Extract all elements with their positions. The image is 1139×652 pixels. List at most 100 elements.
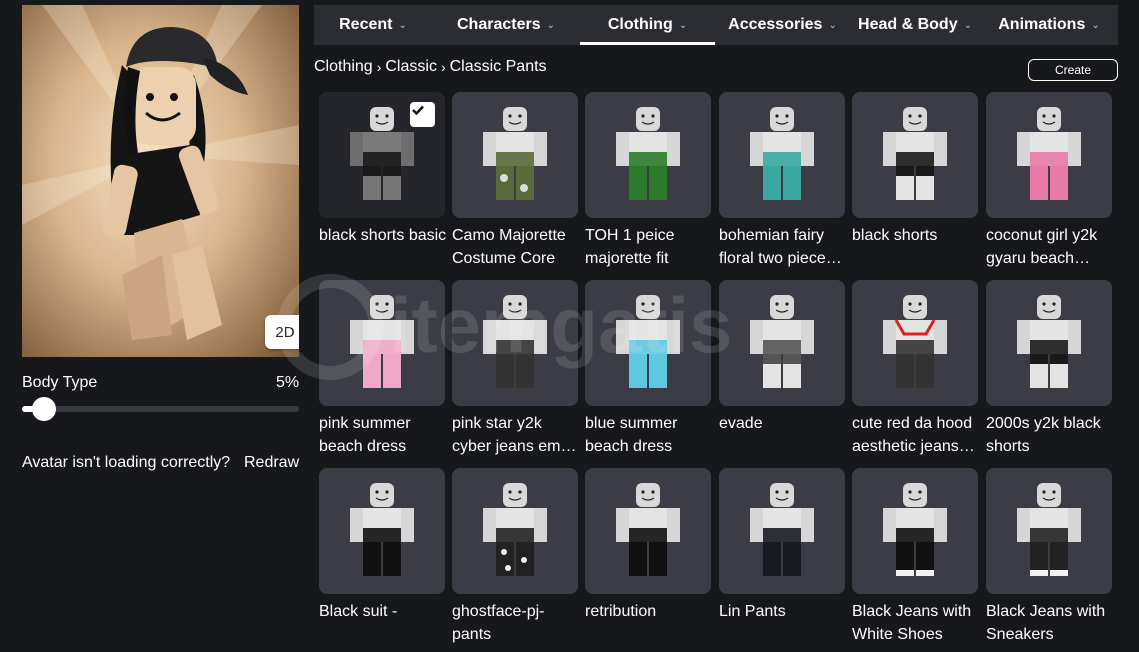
item-thumbnail[interactable] <box>452 280 578 406</box>
item-name[interactable]: black shorts basic <box>319 224 449 270</box>
tab-label: Clothing <box>607 16 673 33</box>
item-name[interactable]: Black suit - <box>319 600 449 646</box>
item-thumbnail[interactable] <box>986 468 1112 594</box>
item-name[interactable]: Camo Majorette Costume Core <box>452 224 582 270</box>
item-name[interactable]: Black Jeans with Sneakers <box>986 600 1116 646</box>
item-card[interactable]: Black suit - <box>319 468 445 646</box>
item-card[interactable]: black shorts <box>852 92 978 270</box>
tab-label: Animations <box>998 16 1086 33</box>
tab-animations[interactable]: Animations ⌄ <box>980 5 1118 45</box>
item-avatar-render <box>883 107 947 200</box>
item-name[interactable]: 2000s y2k black shorts <box>986 412 1116 458</box>
chevron-down-icon: ⌄ <box>398 19 407 31</box>
create-button[interactable]: Create <box>1028 59 1118 81</box>
item-name[interactable]: blue summer beach dress <box>585 412 715 458</box>
chevron-right-icon: › <box>376 59 382 75</box>
avatar-loading-message: Avatar isn't loading correctly? <box>22 454 231 471</box>
item-card[interactable]: pink summer beach dress <box>319 280 445 458</box>
body-type-slider-thumb[interactable] <box>31 397 56 421</box>
tab-clothing[interactable]: Clothing ⌄ <box>580 5 715 45</box>
item-name[interactable]: retribution <box>585 600 715 646</box>
item-avatar-render <box>750 295 814 388</box>
item-name[interactable]: Lin Pants <box>719 600 849 646</box>
item-name[interactable]: evade <box>719 412 849 458</box>
item-thumbnail[interactable] <box>986 92 1112 218</box>
item-avatar-render <box>483 295 547 388</box>
item-thumbnail[interactable] <box>719 280 845 406</box>
view-2d-button[interactable]: 2D <box>265 315 299 349</box>
item-thumbnail[interactable] <box>585 468 711 594</box>
item-avatar-render <box>350 295 414 388</box>
item-card[interactable]: evade <box>719 280 845 458</box>
tab-label: Characters <box>457 16 541 33</box>
avatar-figure <box>22 5 299 340</box>
item-name[interactable]: black shorts <box>852 224 982 270</box>
tab-label: Head & Body <box>858 16 958 33</box>
avatar-preview[interactable]: 2D <box>22 5 299 357</box>
item-avatar-render <box>616 107 680 200</box>
item-thumbnail[interactable] <box>852 468 978 594</box>
item-name[interactable]: TOH 1 peice majorette fit <box>585 224 715 270</box>
tab-head-body[interactable]: Head & Body ⌄ <box>850 5 980 45</box>
item-name[interactable]: pink star y2k cyber jeans em… <box>452 412 582 458</box>
item-thumbnail[interactable] <box>319 280 445 406</box>
item-card[interactable]: retribution <box>585 468 711 646</box>
item-thumbnail[interactable] <box>852 92 978 218</box>
item-card[interactable]: cute red da hood aesthetic jeans… <box>852 280 978 458</box>
checkmark-icon[interactable] <box>410 102 435 127</box>
item-card[interactable]: TOH 1 peice majorette fit <box>585 92 711 270</box>
item-avatar-render <box>350 483 414 576</box>
redraw-link[interactable]: Redraw <box>244 454 299 472</box>
item-thumbnail[interactable] <box>585 92 711 218</box>
body-type-value: 5% <box>276 374 300 391</box>
chevron-down-icon: ⌄ <box>1091 19 1100 31</box>
body-type-label: Body Type <box>22 374 98 391</box>
breadcrumb: Clothing › Classic › Classic Pants <box>314 58 547 76</box>
item-thumbnail[interactable] <box>719 468 845 594</box>
item-thumbnail[interactable] <box>986 280 1112 406</box>
item-card[interactable]: coconut girl y2k gyaru beach… <box>986 92 1112 270</box>
item-avatar-render <box>750 107 814 200</box>
chevron-down-icon: ⌄ <box>828 19 837 31</box>
chevron-down-icon: ⌄ <box>963 19 972 31</box>
breadcrumb-item-classic-pants: Classic Pants <box>449 58 547 75</box>
category-tabs: Recent ⌄ Characters ⌄ Clothing ⌄ Accessorie… <box>314 5 1118 45</box>
breadcrumb-item-classic[interactable]: Classic <box>385 58 437 76</box>
item-name[interactable]: pink summer beach dress <box>319 412 449 458</box>
item-avatar-render <box>483 483 547 576</box>
tab-accessories[interactable]: Accessories ⌄ <box>715 5 850 45</box>
chevron-down-icon: ⌄ <box>678 19 688 31</box>
item-card[interactable]: Black Jeans with White Shoes <box>852 468 978 646</box>
item-avatar-render <box>616 483 680 576</box>
chevron-right-icon: › <box>440 59 446 75</box>
item-avatar-render <box>883 295 947 388</box>
item-card[interactable]: Lin Pants <box>719 468 845 646</box>
item-thumbnail[interactable] <box>452 92 578 218</box>
item-avatar-render <box>616 295 680 388</box>
item-thumbnail[interactable] <box>319 468 445 594</box>
tab-characters[interactable]: Characters ⌄ <box>432 5 580 45</box>
item-thumbnail[interactable] <box>452 468 578 594</box>
item-card[interactable]: Black Jeans with Sneakers <box>986 468 1112 646</box>
item-card[interactable]: Camo Majorette Costume Core <box>452 92 578 270</box>
item-name[interactable]: cute red da hood aesthetic jeans… <box>852 412 982 458</box>
avatar-editor: 2D Body Type 5% Avatar isn't loading cor… <box>0 0 1139 652</box>
item-name[interactable]: bohemian fairy floral two piece… <box>719 224 849 270</box>
item-thumbnail[interactable] <box>319 92 445 218</box>
tab-recent[interactable]: Recent ⌄ <box>314 5 432 45</box>
item-name[interactable]: Black Jeans with White Shoes <box>852 600 982 646</box>
item-name[interactable]: coconut girl y2k gyaru beach… <box>986 224 1116 270</box>
item-thumbnail[interactable] <box>719 92 845 218</box>
item-card[interactable]: 2000s y2k black shorts <box>986 280 1112 458</box>
item-avatar-render <box>1017 483 1081 576</box>
breadcrumb-item-clothing[interactable]: Clothing <box>314 58 373 76</box>
item-thumbnail[interactable] <box>852 280 978 406</box>
item-card[interactable]: blue summer beach dress <box>585 280 711 458</box>
item-card[interactable]: pink star y2k cyber jeans em… <box>452 280 578 458</box>
body-type-slider[interactable] <box>22 397 299 421</box>
item-card[interactable]: ghostface-pj-pants <box>452 468 578 646</box>
item-name[interactable]: ghostface-pj-pants <box>452 600 582 646</box>
item-card[interactable]: black shorts basic <box>319 92 446 270</box>
item-card[interactable]: bohemian fairy floral two piece… <box>719 92 845 270</box>
item-thumbnail[interactable] <box>585 280 711 406</box>
